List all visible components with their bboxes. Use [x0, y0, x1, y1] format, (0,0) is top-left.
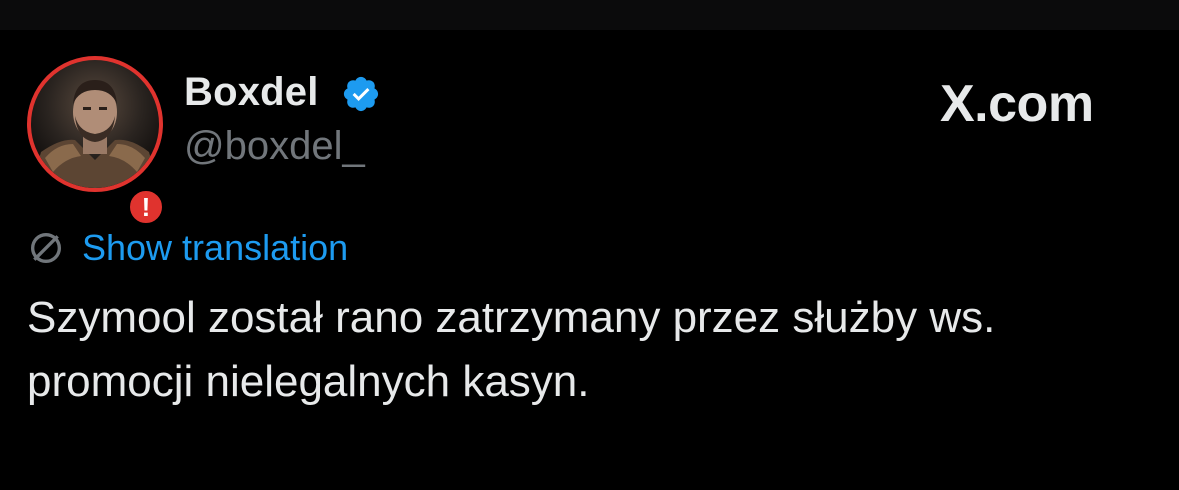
user-handle[interactable]: @boxdel_ [184, 124, 365, 169]
avatar-image [31, 80, 159, 188]
alert-badge-icon: ! [127, 188, 165, 226]
tweet-text-line: promocji nielegalnych kasyn. [27, 357, 590, 406]
show-translation-link[interactable]: Show translation [82, 227, 348, 269]
avatar[interactable] [27, 56, 163, 192]
top-strip [0, 0, 1179, 30]
globe-icon [31, 233, 61, 263]
verified-badge-icon[interactable] [341, 74, 381, 114]
brand-watermark: X.com [940, 75, 1094, 133]
avatar-container[interactable]: ! [27, 56, 165, 226]
display-name[interactable]: Boxdel [184, 70, 319, 115]
translate-row[interactable]: Show translation [26, 226, 348, 270]
tweet-text: Szymool został rano zatrzymany przez słu… [27, 286, 1157, 414]
tweet-text-line: Szymool został rano zatrzymany przez słu… [27, 293, 996, 342]
